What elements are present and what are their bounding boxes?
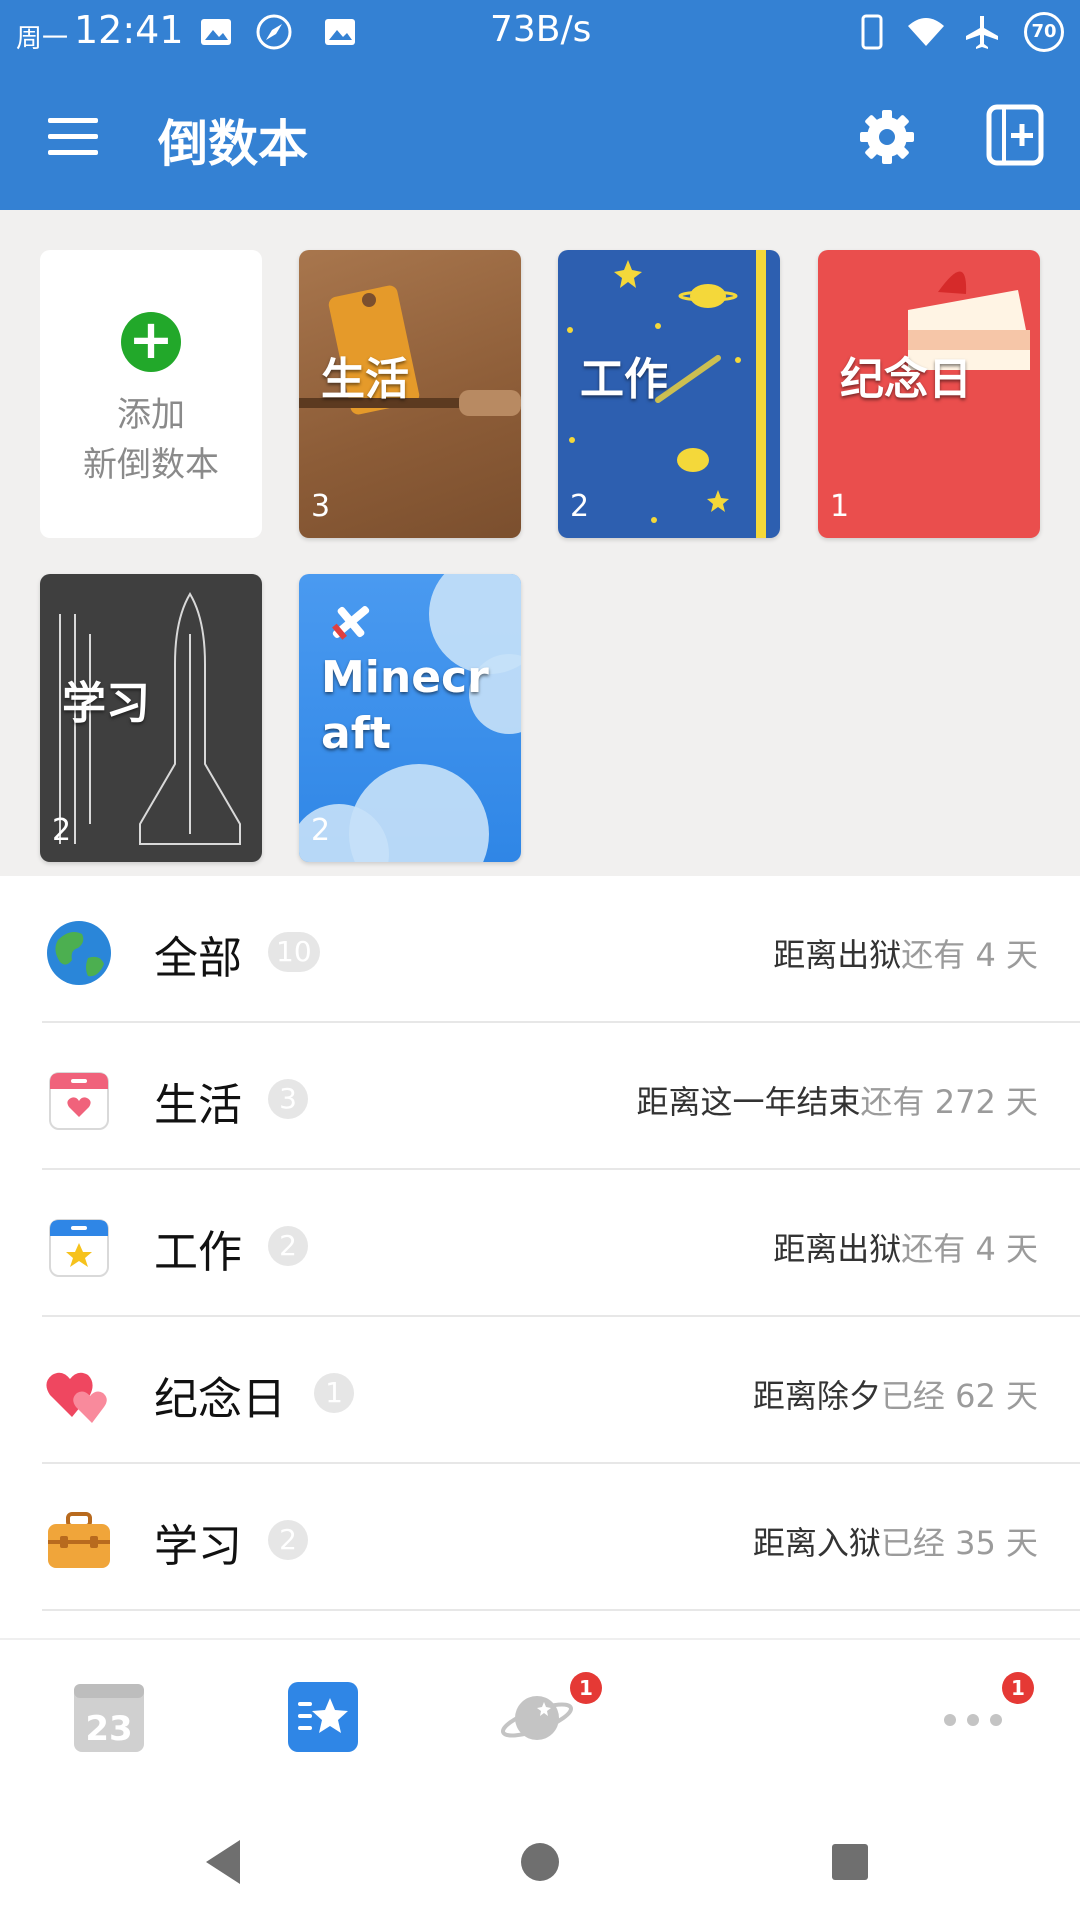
image-icon: [201, 19, 231, 45]
home-icon[interactable]: [510, 1832, 570, 1892]
globe-icon: [47, 921, 111, 985]
more-badge: 1: [1002, 1672, 1034, 1704]
countdown-days: 4: [975, 1230, 996, 1268]
add-book-line2: 新倒数本: [83, 445, 219, 485]
status-time: 12:41: [74, 8, 184, 52]
book-card-minecraft[interactable]: Minecr aft 2: [299, 574, 521, 862]
countdown-unit: 天: [1005, 1230, 1038, 1268]
countdown-status: 已经: [880, 1377, 945, 1415]
wifi-icon: [908, 18, 944, 46]
list-item-name: 纪念日: [154, 1374, 286, 1425]
add-book-icon[interactable]: [986, 104, 1044, 166]
countdown-days: 35: [955, 1524, 996, 1562]
countdown-label: 距离出狱: [773, 936, 902, 974]
list-item-anniversary[interactable]: 纪念日 1 距离除夕已经 62 天: [0, 1317, 1080, 1464]
countdown-label: 距离出狱: [773, 1230, 902, 1268]
list-item-countdown: 距离入狱已经 35 天: [753, 1518, 1038, 1564]
calendar-star-icon: [49, 1219, 109, 1277]
countdown-status: 已经: [880, 1524, 945, 1562]
menu-icon[interactable]: [48, 118, 98, 156]
countdown-label: 距离这一年结束: [636, 1083, 861, 1121]
page-title: 倒数本: [158, 115, 308, 173]
system-nav-bar: [0, 1802, 1080, 1920]
add-book-label: 添加 新倒数本: [40, 390, 262, 490]
count-badge: 2: [268, 1226, 308, 1266]
books-grid: + 添加 新倒数本 生活 3 工作 2 纪念日 1 学习 2 Minecr af…: [0, 210, 1080, 876]
count-badge: 2: [268, 1520, 308, 1560]
count-badge: 10: [268, 932, 320, 972]
list-item-all[interactable]: 全部 10 距离出狱还有 4 天: [0, 876, 1080, 1023]
phone-icon: [861, 14, 883, 50]
battery-icon: 70: [1024, 12, 1064, 52]
book-count: 3: [311, 489, 331, 524]
app-bar: 倒数本: [0, 64, 1080, 210]
list-item-name: 生活: [154, 1080, 242, 1131]
countdown-label: 距离入狱: [752, 1524, 881, 1562]
list-item-countdown: 距离除夕已经 62 天: [753, 1371, 1038, 1417]
book-name-line2: aft: [321, 708, 391, 759]
recents-icon[interactable]: [820, 1832, 880, 1892]
book-card-study[interactable]: 学习 2: [40, 574, 262, 862]
hearts-icon: [46, 1372, 107, 1423]
status-bar: 周一 12:41 73B/s 70: [0, 0, 1080, 64]
book-count: 2: [52, 813, 72, 848]
list-item-name: 全部: [154, 933, 242, 984]
book-count: 2: [570, 489, 590, 524]
book-name: 工作: [580, 354, 668, 405]
list-item-work[interactable]: 工作 2 距离出狱还有 4 天: [0, 1170, 1080, 1317]
list-item-life[interactable]: 生活 3 距离这一年结束还有 272 天: [0, 1023, 1080, 1170]
countdown-days: 4: [975, 936, 996, 974]
book-name: Minecr aft: [321, 650, 489, 762]
book-name: 纪念日: [840, 354, 972, 405]
countdown-status: 还有: [901, 936, 966, 974]
book-count: 1: [830, 489, 850, 524]
count-badge: 1: [314, 1373, 354, 1413]
calendar-heart-icon: [49, 1072, 109, 1130]
countdown-unit: 天: [1005, 1524, 1038, 1562]
status-day: 周一: [16, 24, 69, 54]
list-item-name: 工作: [154, 1227, 242, 1278]
countdown-days: 272: [934, 1083, 996, 1121]
count-badge: 3: [268, 1079, 308, 1119]
countdown-unit: 天: [1005, 936, 1038, 974]
book-name: 学习: [62, 678, 150, 729]
list-item-countdown: 距离出狱还有 4 天: [773, 1224, 1038, 1270]
countdown-status: 还有: [901, 1230, 966, 1268]
countdown-status: 还有: [860, 1083, 925, 1121]
add-book-line1: 添加: [117, 395, 185, 435]
compass-icon: [256, 14, 292, 50]
book-card-life[interactable]: 生活 3: [299, 250, 521, 538]
book-name: 生活: [321, 354, 409, 405]
countdown-books-tab-icon[interactable]: [286, 1680, 360, 1754]
countdown-unit: 天: [1005, 1377, 1038, 1415]
divider: [42, 1609, 1080, 1611]
back-icon[interactable]: [196, 1832, 256, 1892]
calendar-number: 23: [85, 1709, 132, 1749]
list-item-countdown: 距离这一年结束还有 272 天: [637, 1077, 1038, 1123]
briefcase-icon: [48, 1512, 110, 1568]
add-book-card[interactable]: + 添加 新倒数本: [40, 250, 262, 538]
list-item-countdown: 距离出狱还有 4 天: [773, 930, 1038, 976]
list-item-study[interactable]: 学习 2 距离入狱已经 35 天: [0, 1464, 1080, 1611]
countdown-days: 62: [955, 1377, 996, 1415]
countdown-unit: 天: [1005, 1083, 1038, 1121]
image-icon-2: [325, 19, 355, 45]
add-plus-icon: +: [121, 312, 181, 372]
calendar-tab-icon[interactable]: 23: [72, 1680, 146, 1754]
book-count: 2: [311, 813, 331, 848]
countdown-label: 距离除夕: [752, 1377, 881, 1415]
list-item-name: 学习: [154, 1521, 242, 1572]
bottom-nav: 23 1 1: [0, 1638, 1080, 1802]
net-speed: 73B/s: [490, 9, 592, 50]
airplane-icon: [966, 16, 998, 49]
book-card-anniversary[interactable]: 纪念日 1: [818, 250, 1040, 538]
planet-badge: 1: [570, 1672, 602, 1704]
book-card-work[interactable]: 工作 2: [558, 250, 780, 538]
gear-icon[interactable]: [858, 108, 916, 166]
more-icon[interactable]: [936, 1680, 1010, 1754]
planet-tab-icon[interactable]: [500, 1680, 574, 1754]
book-name-line1: Minecr: [321, 652, 489, 703]
